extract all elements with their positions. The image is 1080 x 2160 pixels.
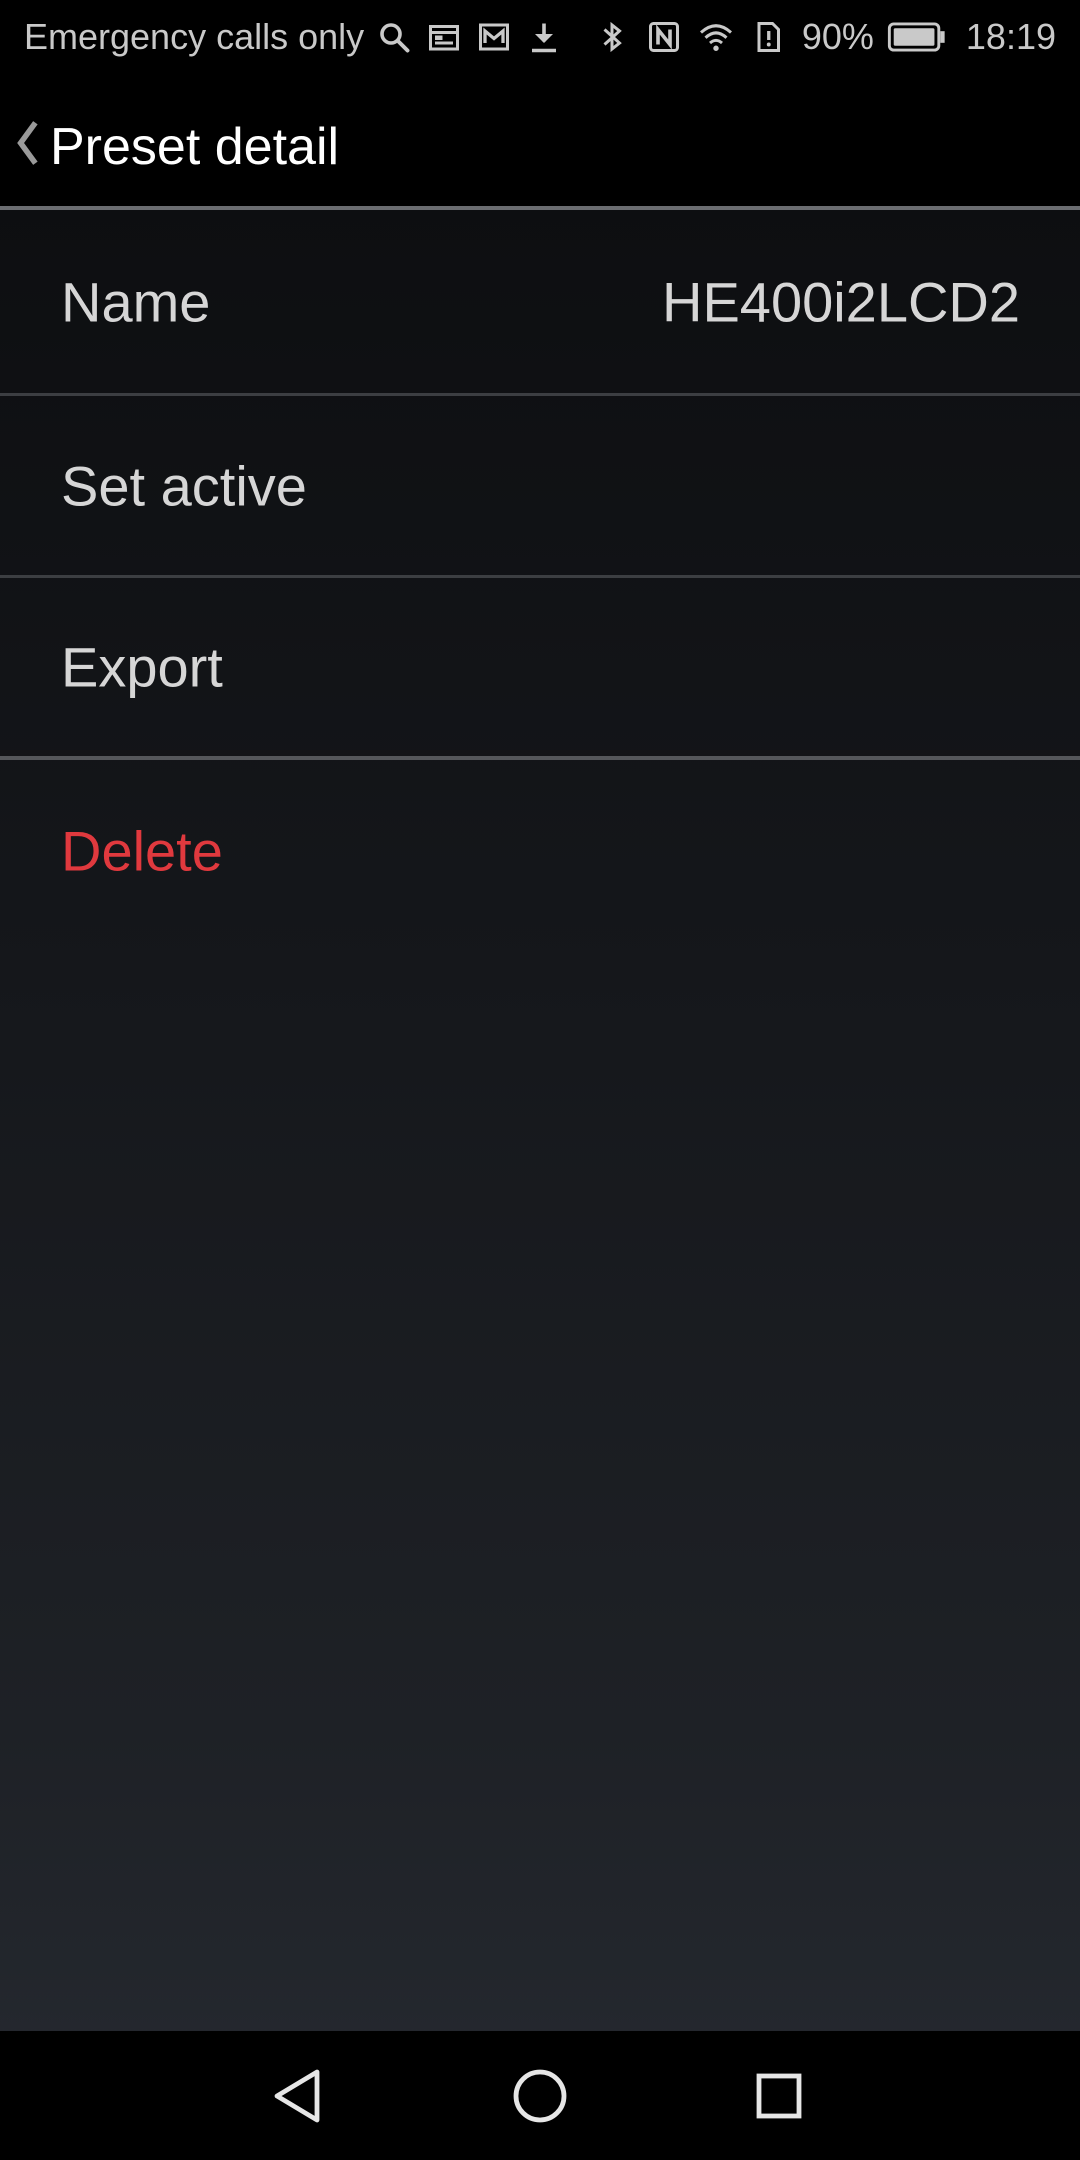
- mail-icon: [474, 17, 514, 57]
- status-right: 90% 18:19: [592, 0, 1056, 74]
- screen: Emergency calls only 90% 18:19 Preset de…: [0, 0, 1080, 2160]
- recents-square-icon: [756, 2073, 802, 2119]
- export-row[interactable]: Export: [0, 578, 1080, 760]
- status-bar: Emergency calls only 90% 18:19: [0, 0, 1080, 74]
- name-row[interactable]: Name HE400i2LCD2: [0, 210, 1080, 396]
- download-icon: [524, 17, 564, 57]
- set-active-label: Set active: [61, 454, 307, 517]
- set-active-row[interactable]: Set active: [0, 396, 1080, 578]
- battery-icon: [886, 17, 948, 57]
- name-value: HE400i2LCD2: [662, 270, 1020, 333]
- nav-back-button[interactable]: [254, 2051, 344, 2141]
- delete-label: Delete: [61, 819, 223, 883]
- wifi-icon: [696, 17, 736, 57]
- preset-options-list: Name HE400i2LCD2 Set active Export Delet…: [0, 210, 1080, 942]
- back-triangle-icon: [274, 2069, 320, 2123]
- clock: 18:19: [965, 16, 1056, 57]
- nfc-icon: [644, 17, 684, 57]
- search-icon: [374, 17, 414, 57]
- back-button[interactable]: [8, 108, 48, 178]
- bluetooth-icon: [592, 17, 632, 57]
- delete-row[interactable]: Delete: [0, 760, 1080, 942]
- calendar-icon: [424, 17, 464, 57]
- export-label: Export: [61, 635, 223, 699]
- nav-recents-button[interactable]: [734, 2051, 824, 2141]
- chevron-left-icon: [17, 121, 38, 165]
- home-circle-icon: [513, 2069, 567, 2123]
- app-bar: Preset detail: [0, 74, 1080, 210]
- battery-percent: 90%: [801, 16, 874, 57]
- name-label: Name: [61, 270, 211, 333]
- nav-home-button[interactable]: [495, 2051, 585, 2141]
- navigation-bar: [0, 2031, 1080, 2160]
- sim-alert-icon: [748, 17, 788, 57]
- status-left: Emergency calls only: [24, 0, 564, 74]
- page-title: Preset detail: [50, 118, 340, 176]
- carrier-text: Emergency calls only: [24, 16, 365, 57]
